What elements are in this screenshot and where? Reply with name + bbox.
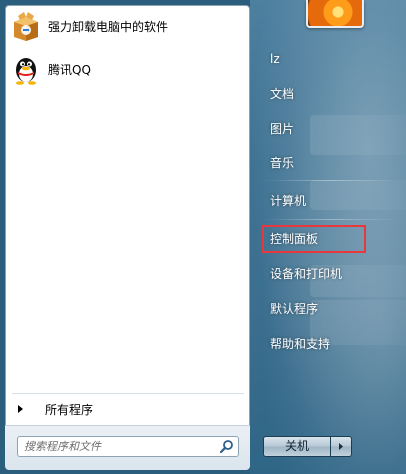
highlight-box bbox=[262, 225, 366, 253]
chevron-right-icon bbox=[339, 443, 343, 450]
menu-item-documents[interactable]: 文档 bbox=[262, 81, 378, 107]
menu-separator bbox=[262, 219, 398, 220]
search-box[interactable] bbox=[17, 436, 239, 457]
uninstall-box-icon bbox=[10, 10, 42, 42]
menu-item-user[interactable]: lz bbox=[262, 46, 378, 72]
shutdown-button[interactable]: 关机 bbox=[263, 436, 331, 457]
program-label: 腾讯QQ bbox=[48, 62, 91, 77]
menu-item-devices-printers[interactable]: 设备和打印机 bbox=[262, 261, 378, 287]
all-programs-label: 所有程序 bbox=[45, 402, 94, 417]
program-label: 强力卸载电脑中的软件 bbox=[48, 19, 169, 34]
shutdown-options-button[interactable] bbox=[331, 436, 352, 457]
user-avatar[interactable] bbox=[306, 0, 364, 28]
search-icon[interactable] bbox=[219, 439, 234, 454]
left-pane-separator bbox=[12, 393, 244, 394]
menu-separator bbox=[262, 180, 398, 181]
program-item-qq[interactable]: 腾讯QQ bbox=[10, 51, 246, 87]
menu-item-pictures[interactable]: 图片 bbox=[262, 116, 378, 142]
menu-item-music[interactable]: 音乐 bbox=[262, 150, 378, 176]
menu-item-help-support[interactable]: 帮助和支持 bbox=[262, 331, 378, 357]
menu-item-computer[interactable]: 计算机 bbox=[262, 188, 378, 214]
search-input[interactable] bbox=[24, 438, 204, 455]
program-item-uninstaller[interactable]: 强力卸载电脑中的软件 bbox=[10, 8, 246, 44]
triangle-right-icon bbox=[18, 405, 23, 413]
menu-item-default-programs[interactable]: 默认程序 bbox=[262, 296, 378, 322]
qq-penguin-icon bbox=[10, 53, 42, 85]
all-programs-button[interactable]: 所有程序 bbox=[10, 398, 246, 420]
